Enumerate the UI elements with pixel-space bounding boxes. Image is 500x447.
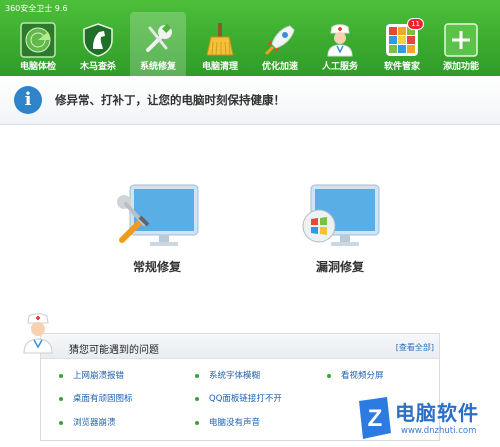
radar-icon xyxy=(20,22,56,58)
monitor-windows-icon xyxy=(302,184,380,246)
info-banner: i 修异常、打补丁，让您的电脑时刻保持健康！ xyxy=(0,76,500,125)
tab-pc-checkup[interactable]: 电脑体检 xyxy=(10,14,66,74)
watermark-title: 电脑软件 xyxy=(395,401,479,425)
normal-repair-label: 常规修复 xyxy=(132,260,181,274)
bullet-dot xyxy=(327,373,331,378)
issue-text: 上网崩溃报错 xyxy=(73,371,125,381)
issue-link[interactable]: 浏览器崩溃 xyxy=(59,416,116,428)
tab-software-manager[interactable]: 11 软件管家 xyxy=(374,14,430,74)
issue-text: 电脑没有声音 xyxy=(209,418,261,428)
update-count-badge: 11 xyxy=(407,18,424,30)
watermark-logo-icon: Z xyxy=(359,397,391,439)
app-title: 360安全卫士 9.6 xyxy=(5,4,68,13)
bullet-dot xyxy=(195,420,199,425)
issue-text: 看视频分屏 xyxy=(341,371,384,381)
tab-pc-cleanup[interactable]: 电脑清理 xyxy=(192,14,248,74)
tab-add-feature[interactable]: 添加功能 xyxy=(433,14,489,74)
normal-repair-button[interactable]: 常规修复 xyxy=(112,180,202,275)
tab-label: 人工服务 xyxy=(321,62,358,72)
plus-icon xyxy=(444,23,478,57)
wrench-icon xyxy=(146,23,172,52)
tab-system-repair[interactable]: 系统修复 xyxy=(130,12,186,76)
panel-header: 猜您可能遇到的问题 [查看全部] xyxy=(41,334,439,359)
doctor-avatar-icon xyxy=(23,313,53,354)
watermark-logo-letter: Z xyxy=(368,405,383,432)
tab-label: 添加功能 xyxy=(442,62,479,72)
vulnerability-repair-button[interactable]: 漏洞修复 xyxy=(295,180,385,275)
issue-link[interactable]: QQ面板链接打不开 xyxy=(195,392,282,404)
tab-label: 软件管家 xyxy=(383,62,420,72)
bullet-dot xyxy=(59,420,63,425)
tab-label: 优化加速 xyxy=(261,62,298,72)
broom-icon xyxy=(206,23,234,56)
issue-text: 浏览器崩溃 xyxy=(73,418,116,428)
issue-link[interactable]: 系统字体模糊 xyxy=(195,369,260,381)
site-watermark: Z 电脑软件 www.dnzhuti.com xyxy=(357,393,499,445)
tab-trojan-scan[interactable]: 木马查杀 xyxy=(70,14,126,74)
tab-label: 电脑体检 xyxy=(19,62,56,72)
bullet-dot xyxy=(195,396,199,401)
info-message: 修异常、打补丁，让您的电脑时刻保持健康！ xyxy=(55,93,285,107)
issue-link[interactable]: 上网崩溃报错 xyxy=(59,369,124,381)
tab-label: 系统修复 xyxy=(139,62,176,72)
monitor-wrench-icon xyxy=(117,184,199,246)
bullet-dot xyxy=(59,373,63,378)
tab-manual-service[interactable]: 人工服务 xyxy=(312,14,368,74)
issue-link[interactable]: 桌面有顽固图标 xyxy=(59,392,133,404)
bullet-dot xyxy=(59,396,63,401)
issue-link[interactable]: 电脑没有声音 xyxy=(195,416,260,428)
panel-title: 猜您可能遇到的问题 xyxy=(69,345,159,356)
issue-link[interactable]: 看视频分屏 xyxy=(327,369,384,381)
doctor-icon xyxy=(327,24,353,57)
issue-text: 系统字体模糊 xyxy=(209,371,261,381)
watermark-url: www.dnzhuti.com xyxy=(401,426,477,436)
view-all-link[interactable]: [查看全部] xyxy=(396,342,434,353)
tab-speed-up[interactable]: 优化加速 xyxy=(252,14,308,74)
tab-label: 电脑清理 xyxy=(201,62,238,72)
tab-label: 木马查杀 xyxy=(79,62,116,72)
bullet-dot xyxy=(195,373,199,378)
info-icon: i xyxy=(14,86,42,114)
issue-text: 桌面有顽固图标 xyxy=(73,394,133,404)
rocket-icon xyxy=(265,25,295,55)
vulnerability-repair-label: 漏洞修复 xyxy=(315,260,364,274)
issue-text: QQ面板链接打不开 xyxy=(209,394,282,404)
top-toolbar: 360安全卫士 9.6 电脑体检 木马查杀 系统修复 电脑清理 优化加速 人工服… xyxy=(0,0,500,76)
horse-shield-icon xyxy=(83,23,113,57)
